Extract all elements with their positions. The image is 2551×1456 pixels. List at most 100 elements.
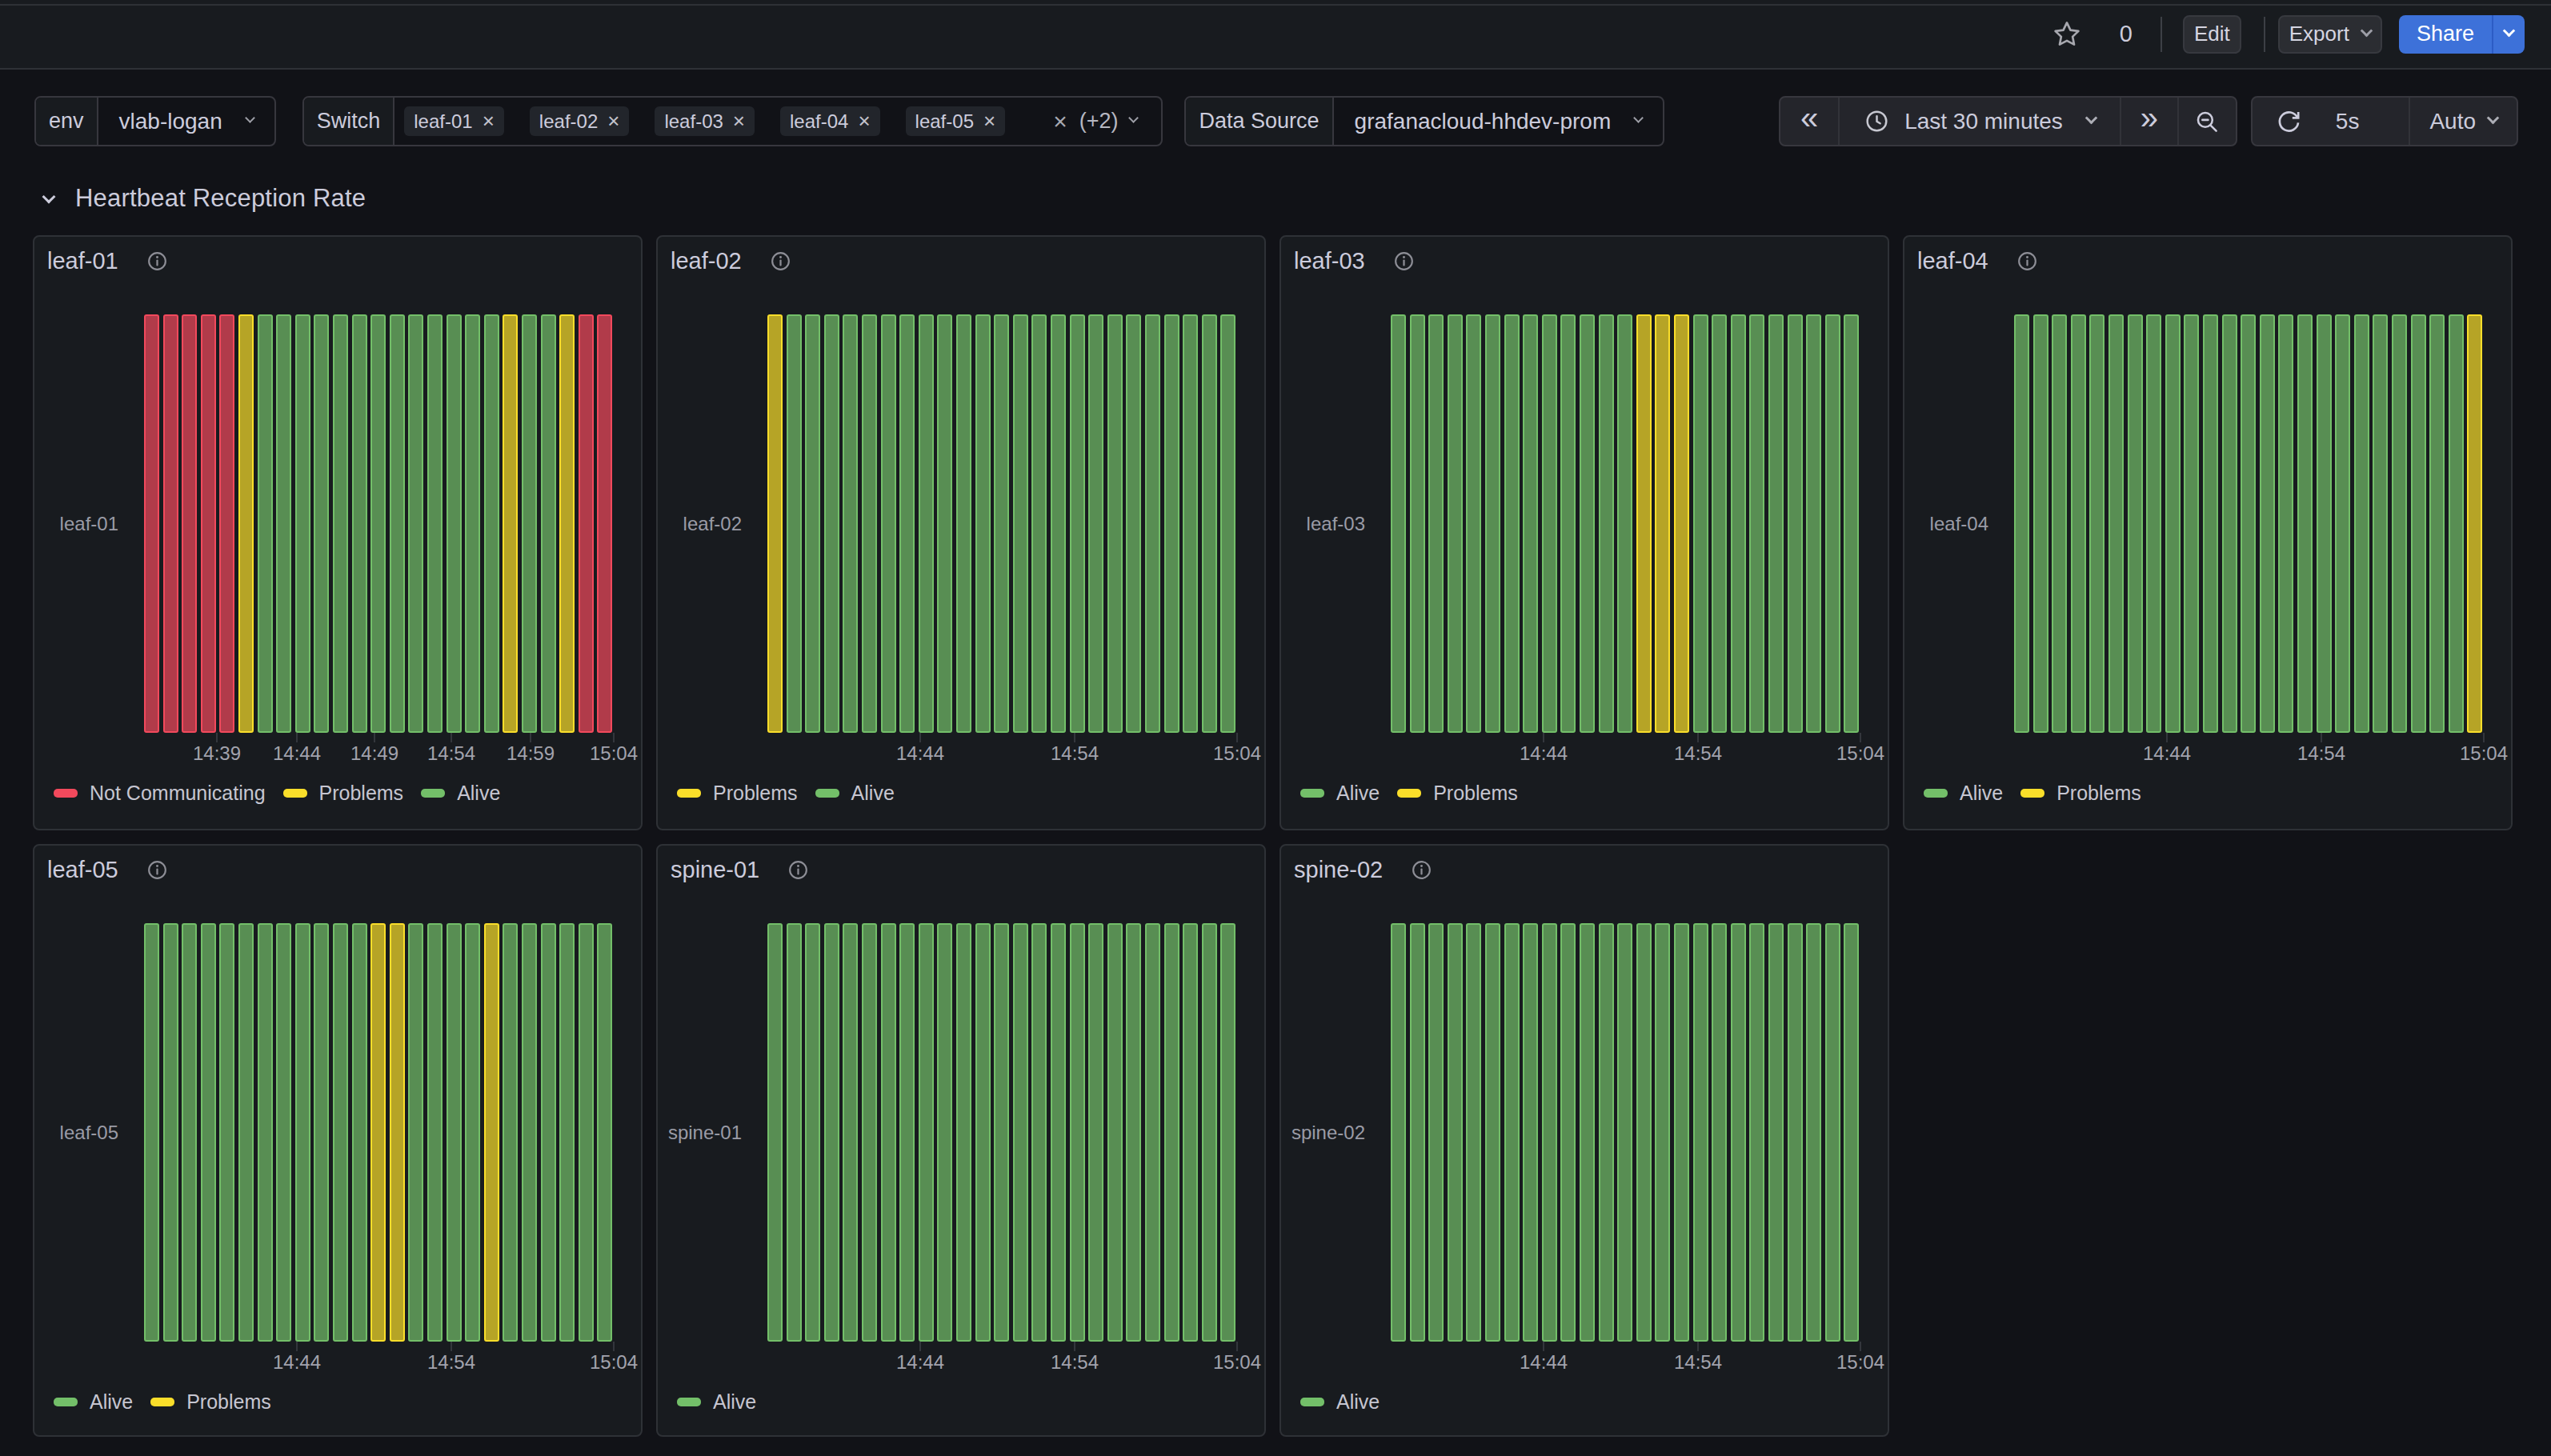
datasource-value[interactable]: grafanacloud-hhdev-prom [1334, 98, 1664, 145]
time-shift-back-button[interactable]: « [1780, 98, 1838, 145]
status-bar-alive [1145, 314, 1160, 733]
status-bar-alive [824, 923, 839, 1342]
refresh-button[interactable] [2253, 98, 2325, 145]
status-bar-alive [767, 923, 783, 1342]
legend-item[interactable]: Problems [283, 782, 404, 805]
status-bar-alive [1466, 314, 1481, 733]
share-button[interactable]: Share [2399, 15, 2525, 54]
star-button[interactable] [2052, 19, 2082, 50]
status-bar-alive [1636, 923, 1652, 1342]
legend-item[interactable]: Alive [421, 782, 500, 805]
status-bar-alive [522, 923, 537, 1342]
panel-header[interactable]: leaf-03 [1294, 248, 1415, 274]
panel-legend: Alive Problems [1924, 782, 2159, 805]
remove-tag-icon[interactable]: × [483, 110, 495, 131]
legend-item[interactable]: Alive [677, 1390, 756, 1414]
panel-leaf-01: leaf-01leaf-0114:3914:4414:4914:5414:591… [33, 235, 643, 830]
status-bar-alive [1202, 314, 1217, 733]
legend-item[interactable]: Alive [1300, 782, 1380, 805]
status-bar-alive [1712, 923, 1727, 1342]
time-shift-forward-button[interactable]: » [2120, 98, 2177, 145]
legend-item[interactable]: Alive [1924, 782, 2003, 805]
status-bar-problems [503, 314, 518, 733]
status-bar-alive [2392, 314, 2407, 733]
refresh-interval-label[interactable]: 5s [2325, 98, 2409, 145]
switch-filter-tag[interactable]: leaf-02 × [530, 106, 630, 136]
panel-spine-01: spine-01spine-0114:4414:5415:04Alive [656, 844, 1266, 1437]
status-bar-alive [1599, 923, 1614, 1342]
status-bar-alive [2108, 314, 2124, 733]
export-button[interactable]: Export [2278, 15, 2382, 54]
status-bar-not-communicating [201, 314, 216, 733]
status-bar-alive [370, 314, 386, 733]
panel-header[interactable]: leaf-02 [671, 248, 791, 274]
switch-filter-tag[interactable]: leaf-05× [906, 106, 1006, 136]
switch-filter-more[interactable]: ×(+2) [1053, 108, 1151, 135]
chevron-down-icon [42, 190, 56, 204]
legend-item[interactable]: Problems [677, 782, 798, 805]
status-bar-alive [1410, 314, 1425, 733]
info-icon[interactable] [787, 859, 809, 881]
info-icon[interactable] [1393, 250, 1415, 272]
status-bar-alive [1013, 923, 1028, 1342]
x-axis-tick [216, 733, 218, 742]
status-bar-alive [1107, 923, 1123, 1342]
env-filter-value[interactable]: vlab-logan [98, 98, 274, 145]
remove-tag-icon[interactable]: × [858, 110, 870, 131]
legend-label: Alive [713, 1390, 756, 1414]
legend-item[interactable]: Not Communicating [54, 782, 266, 805]
status-bar-alive [219, 923, 234, 1342]
y-axis-label: leaf-01 [34, 513, 118, 535]
info-icon[interactable] [1411, 859, 1432, 881]
legend-item[interactable]: Alive [1300, 1390, 1380, 1414]
panel-leaf-02: leaf-02leaf-0214:4414:5415:04ProblemsAli… [656, 235, 1266, 830]
switch-filter-tag[interactable]: leaf-01× [404, 106, 504, 136]
status-bar-alive [1051, 314, 1066, 733]
zoom-out-icon [2193, 108, 2221, 135]
panel-header[interactable]: leaf-05 [47, 857, 168, 883]
switch-filter-tag[interactable]: leaf-03× [655, 106, 755, 136]
status-bar-alive [258, 314, 273, 733]
panel-header[interactable]: spine-02 [1294, 857, 1432, 883]
legend-item[interactable]: Problems [1397, 782, 1518, 805]
status-bar-alive [2222, 314, 2237, 733]
status-bar-alive [975, 923, 991, 1342]
status-bar-alive [1806, 314, 1821, 733]
status-bar-alive [2033, 314, 2048, 733]
status-bar-alive [805, 314, 820, 733]
x-axis-label: 14:44 [273, 742, 321, 765]
status-bar-alive [541, 923, 556, 1342]
status-bar-alive [484, 314, 499, 733]
legend-item[interactable]: Alive [54, 1390, 133, 1414]
info-icon[interactable] [770, 250, 791, 272]
auto-refresh-picker[interactable]: Auto [2409, 98, 2517, 145]
status-bar-alive [919, 923, 934, 1342]
edit-button[interactable]: Edit [2183, 15, 2241, 54]
time-range-picker[interactable]: Last 30 minutes [1838, 98, 2120, 145]
info-icon[interactable] [146, 859, 168, 881]
info-icon[interactable] [146, 250, 168, 272]
remove-tag-icon[interactable]: × [983, 110, 995, 131]
x-axis-label: 15:04 [590, 1351, 638, 1374]
switch-filter-tag[interactable]: leaf-04× [780, 106, 880, 136]
panel-header[interactable]: leaf-01 [47, 248, 168, 274]
panel-header[interactable]: spine-01 [671, 857, 809, 883]
info-icon[interactable] [2016, 250, 2038, 272]
status-bar-alive [1693, 923, 1708, 1342]
legend-item[interactable]: Problems [2020, 782, 2141, 805]
legend-item[interactable]: Problems [150, 1390, 271, 1414]
row-heartbeat-reception-rate[interactable]: Heartbeat Reception Rate [44, 182, 366, 214]
x-axis-label: 14:44 [273, 1351, 321, 1374]
tag-label: leaf-02 [539, 110, 598, 133]
zoom-out-button[interactable] [2177, 98, 2236, 145]
legend-color-dash [283, 789, 307, 798]
legend-item[interactable]: Alive [815, 782, 895, 805]
share-dropdown-button[interactable] [2492, 15, 2525, 54]
auto-refresh-label: Auto [2429, 109, 2476, 134]
panel-header[interactable]: leaf-04 [1917, 248, 2038, 274]
remove-tag-icon[interactable]: × [607, 110, 619, 131]
remove-tag-icon[interactable]: × [733, 110, 745, 131]
x-axis-tick [613, 733, 615, 742]
clear-filter-icon[interactable]: × [1053, 108, 1067, 135]
status-bar-alive [1523, 314, 1538, 733]
